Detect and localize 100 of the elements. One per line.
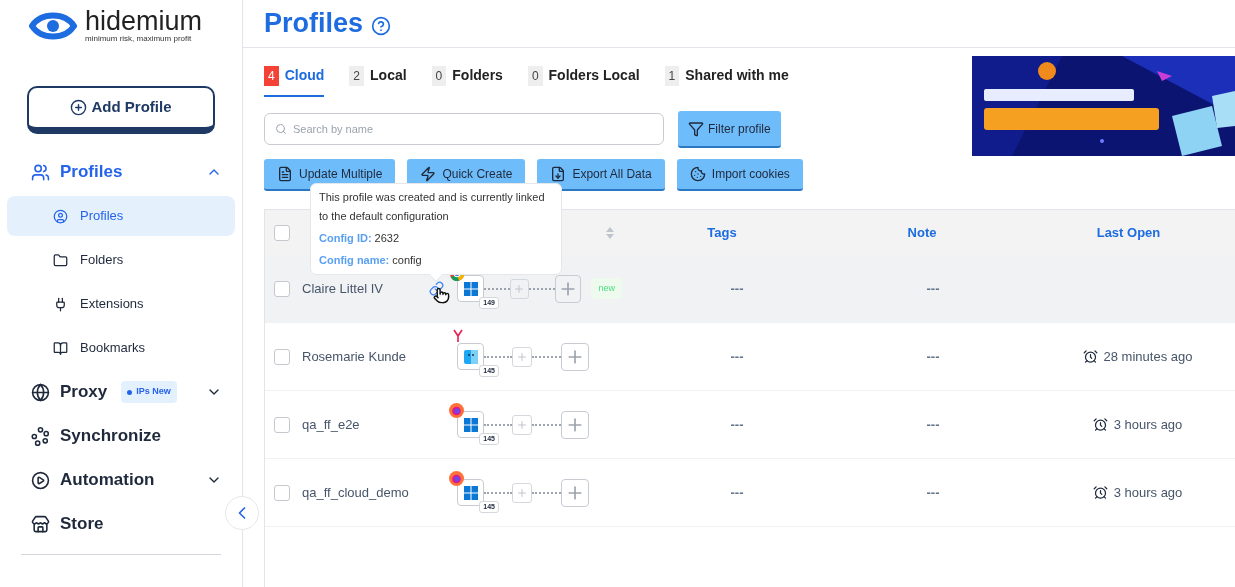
select-all-checkbox[interactable]: [274, 224, 290, 241]
sidebar-item[interactable]: Proxy IPs New: [0, 370, 222, 414]
brand-tagline: minimum risk, maximum profit: [85, 35, 193, 43]
windows-icon: [463, 485, 478, 500]
link-icon[interactable]: [429, 281, 444, 296]
sidebar-subitem[interactable]: Folders: [7, 240, 235, 280]
cookie-icon: [689, 166, 706, 182]
windows-icon: [463, 281, 478, 296]
last-open-time: 3 hours ago: [1113, 483, 1183, 502]
sidebar-subitem[interactable]: Bookmarks: [7, 328, 235, 368]
new-tag: new: [591, 277, 622, 300]
folder-icon: [53, 252, 68, 268]
firefox-icon: [449, 403, 464, 418]
column-header: Tags: [707, 223, 737, 242]
add-button[interactable]: [561, 342, 589, 371]
note-cell-text: ---: [925, 279, 940, 298]
row-checkbox[interactable]: [274, 416, 290, 433]
add-button[interactable]: [561, 478, 589, 507]
profile-name: qa_ff_cloud_demo: [302, 483, 409, 502]
new-badge: IPs New: [121, 381, 177, 403]
tags-cell-text: ---: [729, 415, 744, 434]
last-open-time: 28 minutes ago: [1103, 347, 1193, 366]
tab[interactable]: 0 Folders Local: [527, 56, 640, 97]
sidebar-subitem[interactable]: Profiles: [7, 196, 235, 236]
filter-profile-button[interactable]: Filter profile: [678, 111, 781, 148]
add-slot-button[interactable]: [509, 278, 529, 299]
y-shaped-icon: [453, 329, 463, 343]
plug-icon: [53, 296, 68, 312]
play-circle-icon: [31, 470, 50, 490]
tab-count: 1: [664, 65, 680, 86]
add-slot-button[interactable]: [512, 346, 532, 367]
tab-count: 4: [264, 65, 279, 86]
sidebar-subitem-label: Extensions: [80, 295, 144, 314]
sidebar-item-label: Synchronize: [60, 425, 162, 448]
help-icon[interactable]: [371, 15, 392, 36]
tab-count: 0: [527, 65, 543, 86]
column-header: Note: [907, 223, 937, 242]
add-slot-button[interactable]: [512, 482, 532, 503]
add-button[interactable]: [561, 410, 589, 439]
tab-count: 2: [349, 65, 365, 86]
sidebar-subitem[interactable]: Extensions: [7, 284, 235, 324]
store-icon: [31, 514, 50, 534]
sidebar-item[interactable]: Store: [0, 502, 114, 546]
sidebar-subitem-label: Folders: [80, 251, 124, 270]
config-label: Config ID:: [319, 231, 372, 246]
config-label: Config name:: [319, 253, 390, 268]
tab[interactable]: 1 Shared with me: [664, 56, 789, 97]
add-slot-button[interactable]: [512, 414, 532, 435]
profile-name: qa_ff_e2e: [302, 415, 360, 434]
action-button[interactable]: Export All Data: [537, 159, 665, 191]
plus-circle-icon: [70, 99, 88, 116]
firefox-icon: [449, 471, 464, 486]
sync-icon: [31, 426, 50, 446]
book-icon: [53, 340, 68, 356]
alarm-clock-icon: [1082, 349, 1098, 364]
tags-cell-text: ---: [729, 279, 744, 298]
tab[interactable]: 2 Local: [349, 56, 407, 97]
sidebar-item-label: Profiles: [60, 161, 123, 184]
tab[interactable]: 4 Cloud: [264, 56, 325, 97]
globe-icon: [31, 382, 50, 402]
add-profile-button[interactable]: Add Profile: [27, 86, 215, 134]
os-config-box[interactable]: [457, 275, 484, 302]
file-download-icon: [550, 166, 567, 182]
tags-cell-text: ---: [729, 483, 744, 502]
os-config-box[interactable]: [457, 411, 484, 438]
sort-icon[interactable]: [606, 226, 614, 239]
row-checkbox[interactable]: [274, 280, 290, 297]
search-field[interactable]: Search by name: [264, 113, 664, 145]
sidebar-item[interactable]: Profiles: [0, 150, 222, 194]
lightning-icon: [420, 166, 437, 182]
action-button[interactable]: Import cookies: [676, 159, 803, 191]
hand-cursor-icon: [433, 286, 450, 304]
plus-icon: [513, 282, 526, 295]
profile-name: Rosemarie Kunde: [302, 347, 407, 366]
sidebar-subitem-label: Profiles: [80, 207, 124, 226]
plus-icon: [516, 350, 528, 363]
windows-icon: [463, 417, 478, 432]
note-cell-text: ---: [925, 347, 940, 366]
row-checkbox[interactable]: [274, 348, 290, 365]
sidebar-item-label: Store: [60, 513, 104, 536]
add-button[interactable]: [555, 274, 582, 303]
users-icon: [31, 162, 50, 182]
user-icon: [53, 208, 68, 224]
tags-cell-text: ---: [729, 347, 744, 366]
plus-icon: [516, 486, 528, 499]
os-config-box[interactable]: [457, 343, 484, 370]
finder-icon: [463, 349, 478, 364]
sidebar-item-label: Automation: [60, 469, 155, 492]
sidebar-item[interactable]: Synchronize: [0, 414, 172, 458]
document-icon: [277, 166, 293, 182]
alarm-clock-icon: [1092, 417, 1108, 432]
last-open-time: 3 hours ago: [1113, 415, 1183, 434]
filter-icon: [688, 120, 704, 137]
tab[interactable]: 0 Folders: [431, 56, 503, 97]
config-value: 2632: [374, 231, 400, 246]
os-config-box[interactable]: [457, 479, 484, 506]
collapse-sidebar-button[interactable]: [225, 496, 259, 530]
note-cell-text: ---: [925, 483, 940, 502]
row-checkbox[interactable]: [274, 484, 290, 501]
sidebar-item[interactable]: Automation: [0, 458, 222, 502]
